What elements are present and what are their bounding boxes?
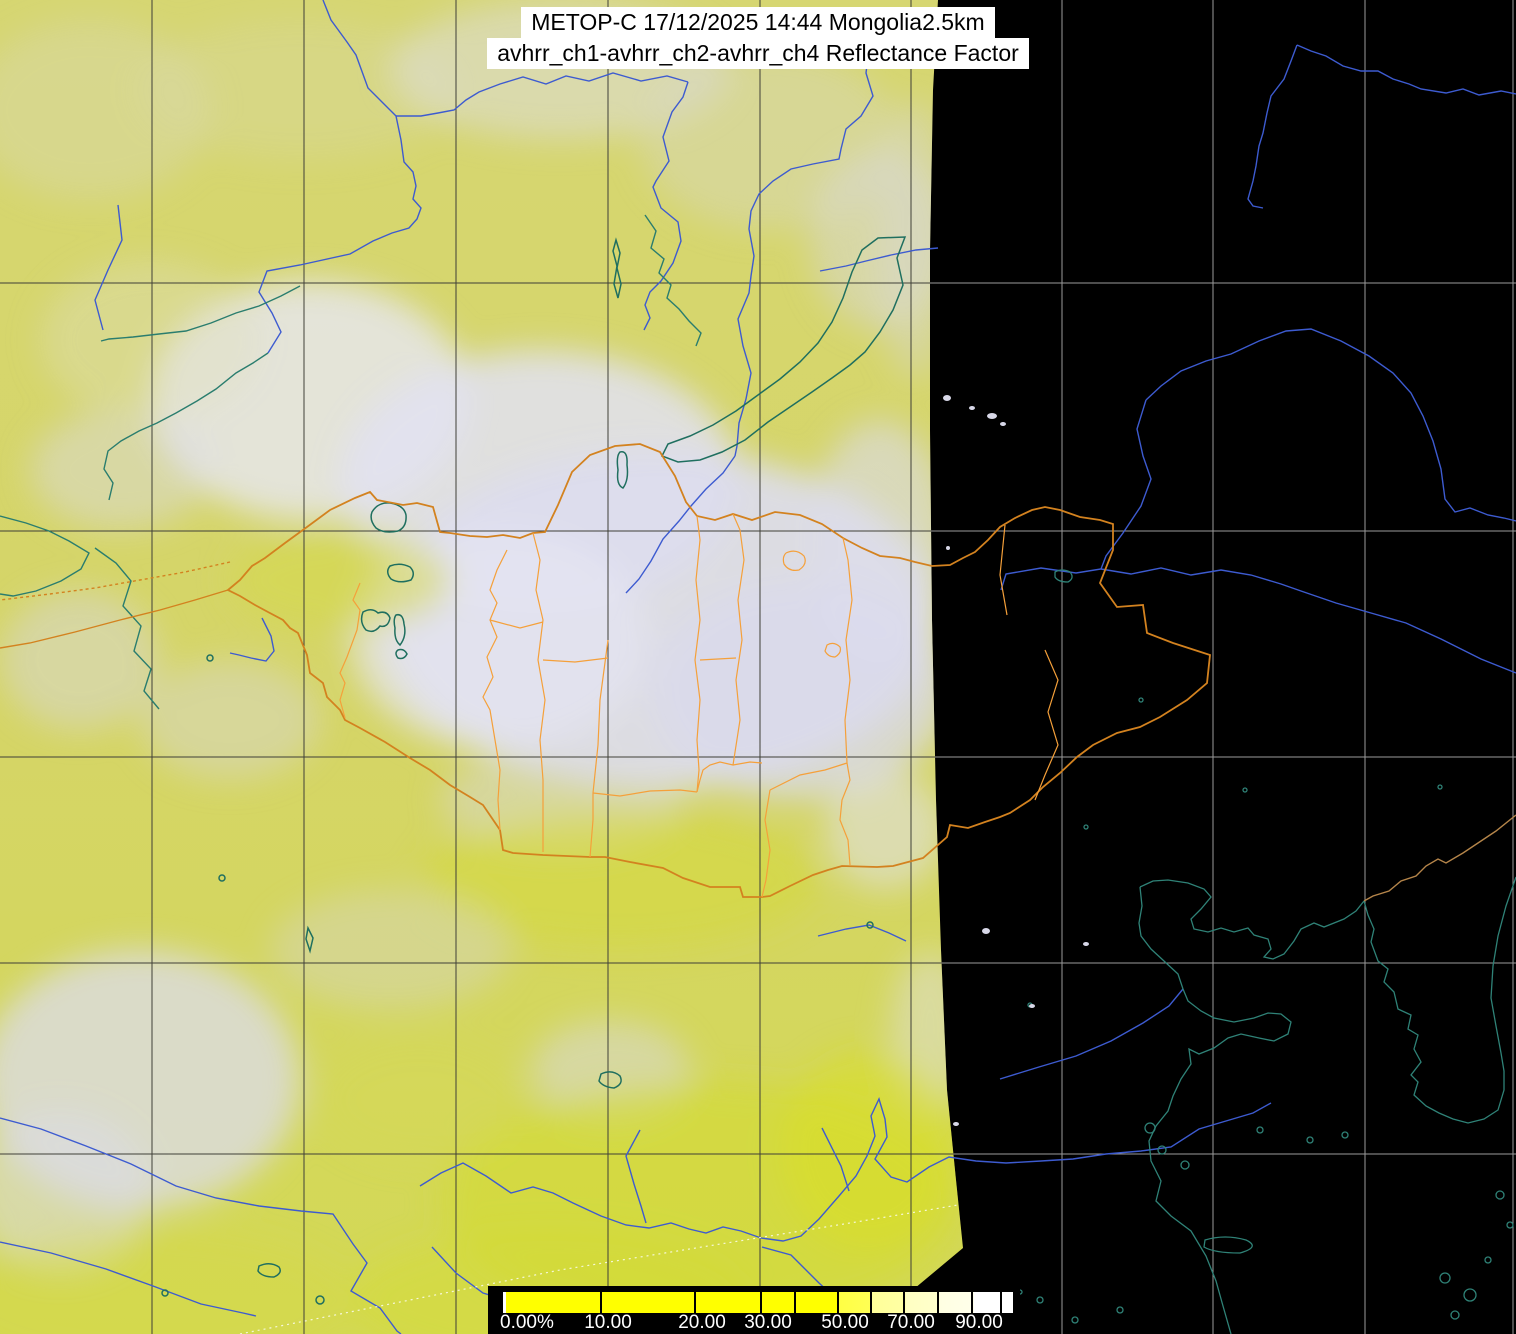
colorbar-legend: 0.00% 10.00 20.00 30.00 50.00 70.00 90.0… [488,1286,1020,1334]
colorbar-tick-90 [971,1292,973,1313]
colorbar-tick-20 [694,1292,696,1313]
colorbar-gradient [503,1292,1013,1313]
satellite-image-viewer: METOP-C 17/12/2025 14:44 Mongolia2.5km a… [0,0,1516,1334]
colorbar-tick-30 [760,1292,762,1313]
colorbar-label-10: 10.00 [584,1312,632,1334]
colorbar-label-70: 70.00 [887,1312,935,1334]
colorbar-label-0: 0.00% [500,1312,554,1334]
colorbar-tick-50 [837,1292,839,1313]
colorbar-tick-70 [903,1292,905,1313]
colorbar-label-20: 20.00 [678,1312,726,1334]
satellite-map-canvas [0,0,1516,1334]
colorbar-label-50: 50.00 [821,1312,869,1334]
colorbar-tick-10 [600,1292,602,1313]
colorbar-labels: 0.00% 10.00 20.00 30.00 50.00 70.00 90.0… [506,1312,1013,1332]
colorbar-tick-end [1000,1292,1002,1313]
colorbar-tick-60 [870,1292,872,1313]
colorbar-tick-80 [937,1292,939,1313]
colorbar-tick-40 [794,1292,796,1313]
title-text-1: METOP-C 17/12/2025 14:44 Mongolia2.5km [521,7,994,38]
image-title: METOP-C 17/12/2025 14:44 Mongolia2.5km a… [0,7,1516,69]
title-line-2: avhrr_ch1-avhrr_ch2-avhrr_ch4 Reflectanc… [0,38,1516,69]
title-line-1: METOP-C 17/12/2025 14:44 Mongolia2.5km [0,7,1516,38]
colorbar-label-30: 30.00 [744,1312,792,1334]
colorbar-label-90: 90.00 [955,1312,1003,1334]
title-text-2: avhrr_ch1-avhrr_ch2-avhrr_ch4 Reflectanc… [487,38,1029,69]
